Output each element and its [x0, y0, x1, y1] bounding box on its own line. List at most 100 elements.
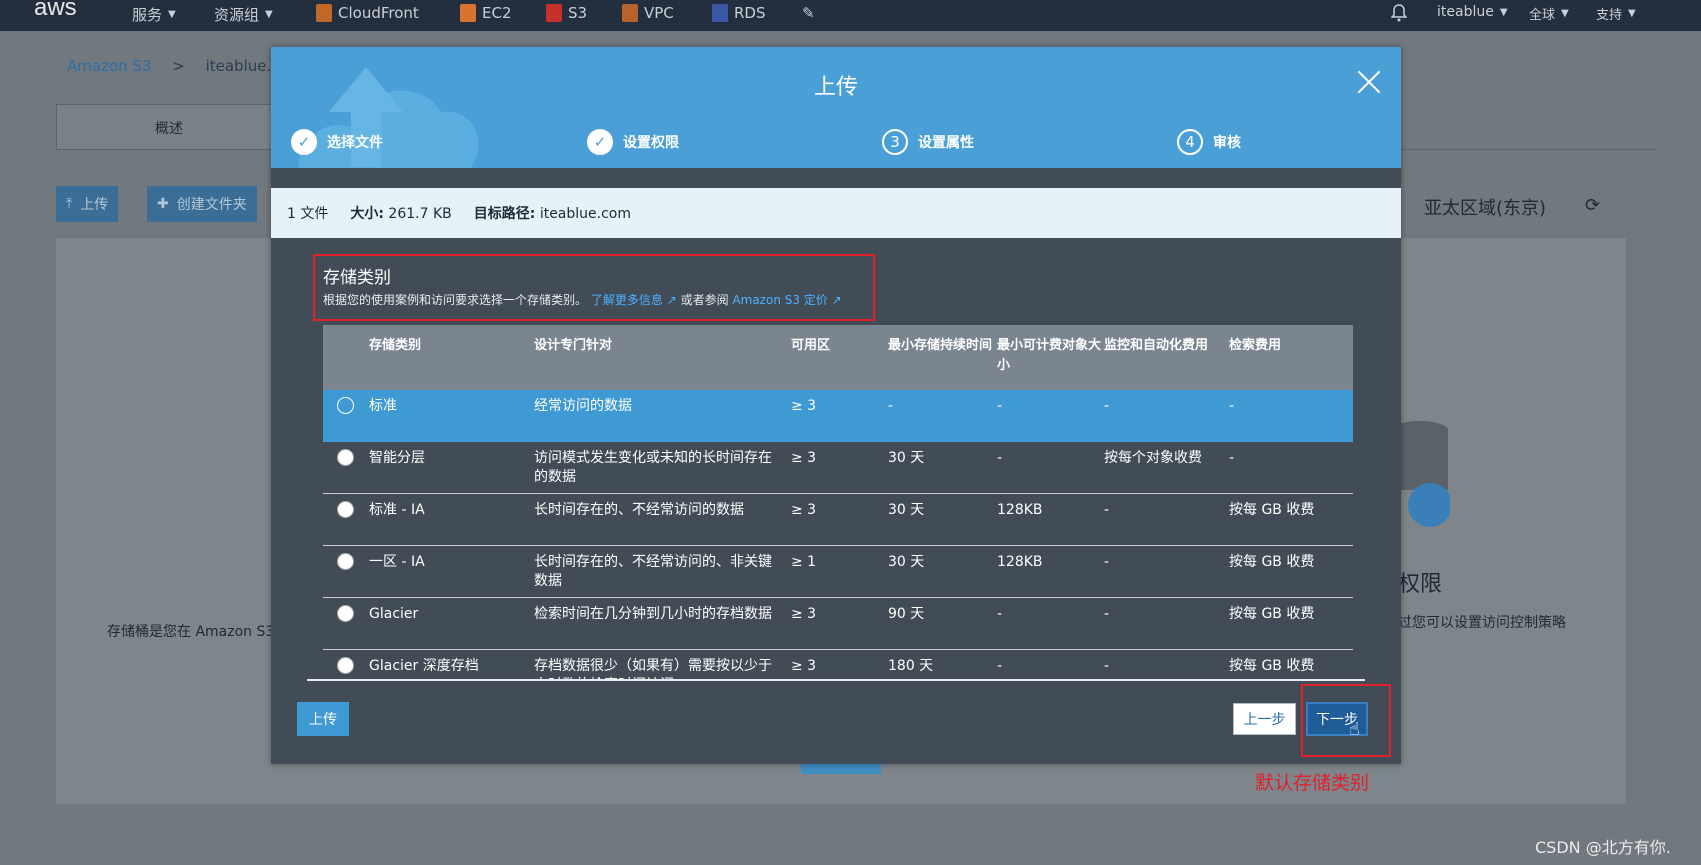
cell-min-size: - — [997, 606, 1003, 622]
check-icon: ✓ — [587, 129, 613, 155]
check-icon: ✓ — [291, 129, 317, 155]
column-header: 最小可计费对象大小 — [997, 338, 1102, 373]
cell-min-duration: 30 天 — [888, 450, 925, 466]
refresh-icon[interactable]: ⟳ — [1585, 195, 1600, 216]
region-menu[interactable]: 全球 ▼ — [1529, 4, 1569, 23]
cell-name: Glacier 深度存档 — [369, 658, 479, 674]
chevron-down-icon: ▼ — [1561, 8, 1569, 19]
target-path-label: 目标路径: — [473, 206, 536, 222]
chevron-down-icon: ▼ — [168, 9, 176, 20]
shortcut-label: EC2 — [482, 4, 512, 22]
table-row[interactable]: 标准 经常访问的数据 ≥ 3 - - - - — [323, 390, 1353, 442]
storage-class-description: 根据您的使用案例和访问要求选择一个存储类别。 了解更多信息 ↗ 或者参阅 Ama… — [323, 291, 842, 308]
cell-min-size: 128KB — [997, 554, 1043, 570]
cell-az: ≥ 3 — [791, 606, 817, 622]
next-button-highlight-box — [1301, 684, 1391, 757]
bg-upload-button[interactable]: ⤒ 上传 — [56, 186, 119, 222]
upload-icon: ⤒ — [66, 196, 73, 212]
step-label: 设置属性 — [918, 135, 974, 151]
pin-icon[interactable]: ✎ — [802, 4, 815, 22]
tab-overview[interactable]: 概述 — [56, 104, 276, 150]
cell-min-duration: 90 天 — [888, 606, 925, 622]
table-row[interactable]: Glacier 检索时间在几分钟到几小时的存档数据 ≥ 3 90 天 - - 按… — [323, 598, 1353, 650]
cell-min-size: - — [997, 658, 1003, 674]
bell-icon[interactable] — [1391, 4, 1407, 22]
breadcrumb-separator: > — [172, 57, 185, 75]
step-review[interactable]: 4 审核 — [1177, 129, 1241, 155]
top-navigation-bar: aws 服务 ▼ 资源组 ▼ CloudFront EC2 S3 VPC RDS… — [0, 0, 1701, 31]
cell-name: 标准 — [369, 398, 397, 414]
watermark: CSDN @北方有你. — [1535, 838, 1671, 857]
cell-retrieval: 按每 GB 收费 — [1229, 554, 1315, 570]
cell-retrieval: 按每 GB 收费 — [1229, 502, 1315, 518]
storage-class-radio[interactable] — [337, 553, 354, 570]
shortcut-cloudfront[interactable]: CloudFront — [316, 4, 419, 22]
storage-class-radio[interactable] — [337, 657, 354, 674]
shortcut-ec2[interactable]: EC2 — [460, 4, 512, 22]
cell-name: Glacier — [369, 606, 419, 622]
table-row[interactable]: 一区 - IA 长时间存在的、不经常访问的、非关键数据 ≥ 1 30 天 128… — [323, 546, 1353, 598]
column-header: 可用区 — [791, 338, 831, 353]
support-menu[interactable]: 支持 ▼ — [1596, 4, 1636, 23]
account-menu[interactable]: iteablue ▼ — [1437, 4, 1508, 20]
bg-create-folder-label: 创建文件夹 — [176, 197, 247, 213]
aws-logo[interactable]: aws — [34, 0, 77, 22]
cell-designed: 访问模式发生变化或未知的长时间存在的数据 — [534, 450, 772, 485]
shortcut-s3[interactable]: S3 — [546, 4, 587, 22]
storage-class-radio[interactable] — [337, 605, 354, 622]
cloudfront-icon — [316, 4, 332, 22]
shortcut-label: VPC — [644, 4, 674, 22]
cell-monitoring: - — [1104, 606, 1110, 622]
resource-groups-label: 资源组 — [214, 6, 260, 24]
external-link-icon: ↗ — [831, 293, 842, 307]
column-header: 存储类别 — [369, 338, 422, 353]
upload-button[interactable]: 上传 — [297, 702, 349, 736]
table-row[interactable]: Glacier 深度存档 存档数据很少（如果有）需要按以少于小时数的检索时间访问… — [323, 650, 1353, 681]
resource-groups-menu[interactable]: 资源组 ▼ — [214, 4, 273, 25]
cell-name: 标准 - IA — [369, 502, 425, 518]
s3-icon — [546, 4, 562, 22]
table-row[interactable]: 标准 - IA 长时间存在的、不经常访问的数据 ≥ 3 30 天 128KB -… — [323, 494, 1353, 546]
step-set-permissions[interactable]: ✓ 设置权限 — [587, 129, 679, 155]
bg-upload-label: 上传 — [80, 197, 109, 213]
breadcrumb-root-link[interactable]: Amazon S3 — [67, 57, 151, 75]
pricing-label: Amazon S3 定价 — [732, 293, 828, 307]
storage-class-radio[interactable] — [337, 397, 354, 414]
cell-min-size: - — [997, 450, 1003, 466]
shortcut-label: CloudFront — [338, 4, 419, 22]
cell-name: 智能分层 — [369, 450, 425, 466]
cell-monitoring: - — [1104, 502, 1110, 518]
file-count: 1 文件 — [287, 206, 329, 222]
cell-az: ≥ 3 — [791, 658, 817, 674]
storage-class-highlight-box — [313, 254, 875, 321]
previous-button[interactable]: 上一步 — [1233, 703, 1296, 735]
learn-more-link[interactable]: 了解更多信息 ↗ — [591, 293, 677, 307]
shortcut-rds[interactable]: RDS — [712, 4, 766, 22]
close-icon[interactable] — [1356, 69, 1382, 95]
size-info: 大小: 261.7 KB — [350, 203, 451, 223]
chevron-down-icon: ▼ — [1499, 6, 1508, 18]
region-label: 全球 — [1529, 8, 1556, 23]
pricing-link[interactable]: Amazon S3 定价 ↗ — [732, 293, 841, 307]
step-select-files[interactable]: ✓ 选择文件 — [291, 129, 383, 155]
shortcut-vpc[interactable]: VPC — [622, 4, 674, 22]
table-header: 存储类别 设计专门针对 可用区 最小存储持续时间 最小可计费对象大小 监控和自动… — [323, 325, 1353, 390]
target-path-value: iteablue.com — [539, 206, 631, 222]
plus-icon: ✚ — [157, 196, 169, 212]
storage-class-radio[interactable] — [337, 449, 354, 466]
services-menu[interactable]: 服务 ▼ — [132, 4, 176, 25]
bg-region-label: 亚太区域(东京) — [1424, 198, 1547, 219]
bg-create-folder-button[interactable]: ✚ 创建文件夹 — [147, 186, 257, 222]
tab-overview-label: 概述 — [155, 121, 183, 137]
cell-designed: 长时间存在的、不经常访问的、非关键数据 — [534, 554, 772, 589]
storage-class-desc-text: 根据您的使用案例和访问要求选择一个存储类别。 — [323, 293, 588, 307]
cell-retrieval: - — [1229, 398, 1235, 414]
storage-class-radio[interactable] — [337, 501, 354, 518]
rds-icon — [712, 4, 728, 22]
table-row[interactable]: 智能分层 访问模式发生变化或未知的长时间存在的数据 ≥ 3 30 天 - 按每个… — [323, 442, 1353, 494]
size-value: 261.7 KB — [388, 206, 452, 222]
cell-min-duration: 30 天 — [888, 554, 925, 570]
step-set-properties[interactable]: 3 设置属性 — [882, 129, 974, 155]
size-label: 大小: — [350, 206, 384, 222]
bg-bucket-description: 存储桶是您在 Amazon S3 — [107, 624, 275, 640]
